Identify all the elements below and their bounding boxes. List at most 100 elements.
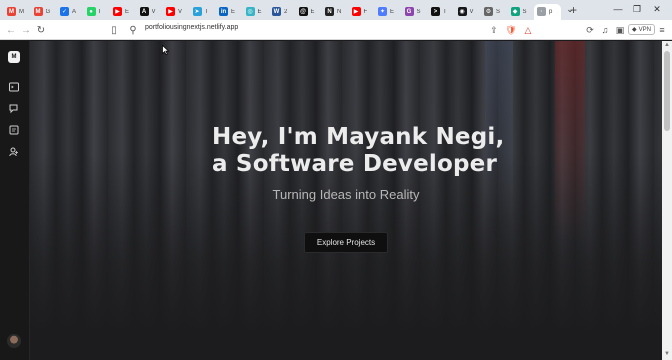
tab-title: E [310, 8, 315, 15]
tab-title: E [125, 8, 130, 15]
browser-tab[interactable]: ⚙ S [481, 4, 508, 20]
tab-title: V [151, 8, 156, 15]
hero-heading-line2: a Software Developer [212, 151, 497, 177]
site-logo[interactable]: M [8, 51, 20, 63]
vpn-icon: ◆ [632, 27, 637, 33]
tab-title: V [178, 8, 183, 15]
resume-icon[interactable] [8, 124, 20, 136]
tab-title: S [522, 8, 527, 15]
browser-tab[interactable]: ◉ V [455, 4, 482, 20]
back-icon[interactable]: ← [5, 24, 17, 36]
browser-tab[interactable]: in E [216, 4, 243, 20]
telegram-icon: ➤ [192, 7, 202, 16]
youtube-icon: ▶ [113, 7, 122, 16]
page-viewport: M Hey, I'm Mayank Negi, a Software Devel… [0, 41, 662, 360]
browser-tab[interactable]: ◎ E [243, 4, 270, 20]
app-icon: A [139, 7, 149, 16]
tab-title: E [390, 8, 395, 15]
browser-tab[interactable]: ▶ F [349, 4, 376, 20]
gmail-icon: M [33, 7, 43, 16]
projects-icon[interactable] [8, 103, 20, 115]
scrollbar-thumb[interactable] [664, 51, 670, 131]
vpn-label: VPN [638, 26, 651, 33]
site-settings-icon[interactable]: ⚲ [127, 24, 139, 36]
github-icon: ◉ [457, 7, 467, 16]
tab-title: V [469, 8, 474, 15]
browser-tab[interactable]: ✓ A [57, 4, 84, 20]
toolbar: ← → ↻ ▯ ⚲ portfoliousingnextjs.netlify.a… [0, 20, 672, 40]
media-icon[interactable]: ♫ [599, 24, 611, 36]
tab-title: S [416, 8, 421, 15]
brave-shields-icon[interactable]: 🛡 [505, 24, 517, 36]
notion-icon: N [325, 7, 334, 16]
tab-title: A [72, 8, 77, 15]
restore-icon[interactable]: ❐ [628, 2, 646, 16]
linkedin-icon: in [219, 7, 228, 16]
settings-icon: ⚙ [484, 7, 493, 16]
app-icon: G [404, 7, 414, 16]
browser-tab[interactable]: ▶ V [163, 4, 190, 20]
browser-tab[interactable]: W2 [269, 4, 296, 20]
browser-tab[interactable]: ◆ S [508, 4, 535, 20]
browser-tab[interactable]: NN [322, 4, 349, 20]
wallet-icon[interactable]: ▣ [614, 24, 626, 36]
gmail-icon: M [7, 7, 16, 16]
browser-tab[interactable]: > T [428, 4, 455, 20]
browser-tab[interactable]: MM [4, 4, 31, 20]
minimize-icon[interactable]: — [609, 2, 627, 16]
browser-tab[interactable]: ● I [84, 4, 111, 20]
terminal-icon[interactable] [8, 81, 20, 93]
gemini-icon: ✦ [378, 7, 387, 16]
threads-icon: @ [298, 7, 308, 16]
tab-title: T [443, 8, 447, 15]
sidebar: M [0, 41, 30, 360]
tab-title: N [337, 8, 342, 15]
browser-tab[interactable]: · p [534, 3, 561, 20]
hero-section: Hey, I'm Mayank Negi, a Software Develop… [30, 41, 662, 360]
scroll-down-icon[interactable]: ▼ [663, 351, 671, 359]
tab-title: 2 [284, 8, 288, 15]
browser-tab[interactable]: GS [402, 4, 429, 20]
tab-title: T [204, 8, 209, 15]
browser-tab[interactable]: AV [137, 4, 164, 20]
google-tasks-icon: ✓ [60, 7, 69, 16]
forward-icon[interactable]: → [20, 24, 32, 36]
background-light-streak [555, 41, 585, 241]
tab-title: p [549, 8, 553, 15]
bookmark-icon[interactable]: ▯ [108, 24, 120, 36]
tab-search-icon[interactable]: ⌄ [561, 2, 579, 16]
explore-projects-button[interactable]: Explore Projects [304, 232, 388, 253]
tab-title: E [257, 8, 262, 15]
tab-title: E [231, 8, 236, 15]
tab-title: I [98, 8, 101, 15]
brave-rewards-icon[interactable]: △ [522, 24, 534, 36]
tab-title: G [45, 8, 51, 15]
vpn-button[interactable]: ◆ VPN [628, 24, 655, 35]
hero-tagline: Turning Ideas into Reality [272, 187, 420, 202]
tab-title: S [496, 8, 501, 15]
avatar[interactable] [7, 334, 21, 348]
browser-tab[interactable]: ➤ T [190, 4, 217, 20]
globe-icon: ◎ [245, 7, 255, 16]
tab-title: M [19, 8, 24, 15]
youtube-icon: ▶ [351, 7, 361, 16]
close-window-icon[interactable]: ✕ [648, 2, 666, 16]
share-icon[interactable]: ⇪ [488, 24, 500, 36]
browser-tab[interactable]: @ E [296, 4, 323, 20]
browser-tab[interactable]: ✦ E [375, 4, 402, 20]
chatgpt-icon: ◆ [510, 7, 520, 16]
browser-tab[interactable]: MG [31, 4, 58, 20]
reload-icon[interactable]: ↻ [35, 24, 47, 36]
mouse-cursor-icon [162, 45, 170, 55]
page-scrollbar[interactable]: ▲ ▼ [662, 41, 672, 360]
youtube-icon: ▶ [166, 7, 175, 16]
word-icon: W [272, 7, 281, 16]
extension-icon[interactable]: ⟳ [584, 24, 596, 36]
terminal-icon: > [431, 7, 440, 16]
hero-heading-line1: Hey, I'm Mayank Negi, [212, 124, 505, 150]
scroll-up-icon[interactable]: ▲ [663, 42, 671, 50]
contact-icon[interactable] [8, 146, 20, 158]
address-bar-url[interactable]: portfoliousingnextjs.netlify.app [145, 24, 238, 31]
menu-icon[interactable]: ≡ [656, 24, 668, 36]
browser-tab[interactable]: ▶ E [110, 4, 137, 20]
